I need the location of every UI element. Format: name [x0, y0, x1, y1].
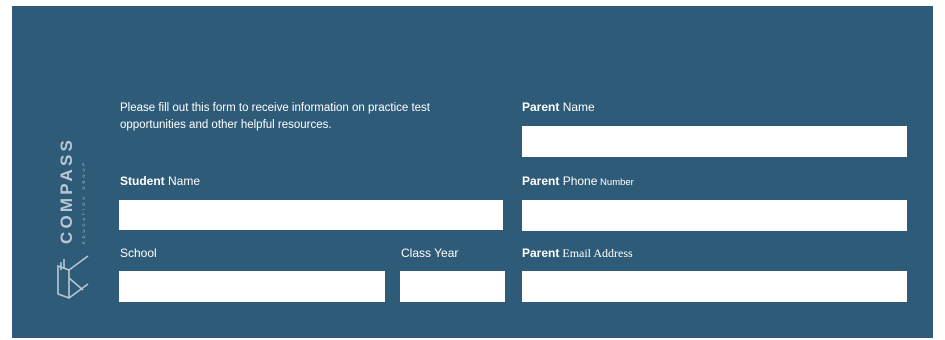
- student-name-label-rest: Name: [164, 174, 201, 188]
- class-year-label: Class Year: [401, 246, 459, 260]
- school-label: School: [120, 246, 157, 260]
- compass-wordmark: COMPASS EDUCATION GROUP: [57, 137, 86, 244]
- school-input[interactable]: [119, 271, 385, 302]
- form-intro: Please fill out this form to receive inf…: [120, 102, 431, 131]
- compass-book-icon: [57, 255, 89, 300]
- parent-phone-label-rest: Phone: [559, 174, 598, 188]
- parent-name-label-bold: Parent: [522, 100, 560, 114]
- parent-name-label: Parent Name: [522, 99, 595, 115]
- student-name-input[interactable]: [119, 200, 503, 230]
- parent-phone-label-small: Number: [597, 177, 634, 188]
- parent-phone-label: Parent Phone Number: [522, 173, 634, 191]
- parent-email-label: Parent Email Address: [522, 245, 633, 261]
- student-name-label-bold: Student: [120, 174, 165, 188]
- parent-name-label-rest: Name: [559, 100, 595, 114]
- compass-logo: COMPASS EDUCATION GROUP: [52, 92, 92, 306]
- parent-phone-label-bold: Parent: [522, 174, 560, 188]
- student-name-label: Student Name: [120, 173, 200, 189]
- tagline-text: EDUCATION GROUP: [81, 160, 86, 244]
- parent-email-label-rest: Email Address: [559, 246, 633, 260]
- class-year-input[interactable]: [400, 271, 505, 302]
- parent-email-input[interactable]: [522, 271, 907, 302]
- parent-email-label-bold: Parent: [522, 246, 560, 260]
- parent-name-input[interactable]: [522, 126, 907, 157]
- brand-text: COMPASS: [57, 137, 76, 244]
- parent-phone-input[interactable]: [522, 200, 907, 231]
